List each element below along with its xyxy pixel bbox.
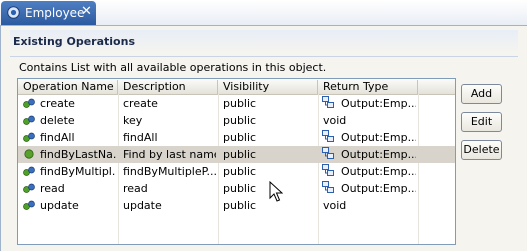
cell-visibility: public bbox=[223, 97, 257, 110]
cell-operation-name: delete bbox=[40, 114, 75, 127]
cell-operation-name: update bbox=[40, 199, 79, 212]
section-description: Contains List with all available operati… bbox=[19, 61, 327, 74]
section-divider bbox=[10, 56, 518, 57]
cell-description: create bbox=[123, 97, 158, 110]
column-header-return-type[interactable]: Return Type bbox=[318, 80, 418, 94]
cell-visibility: public bbox=[223, 148, 257, 161]
edit-button[interactable]: Edit bbox=[461, 112, 502, 132]
employee-object-icon bbox=[7, 6, 20, 19]
cell-visibility: public bbox=[223, 165, 257, 178]
operation-icon bbox=[23, 200, 35, 210]
cell-return-type: void bbox=[323, 199, 347, 212]
table-row[interactable]: findByMultipl... findByMultipleP... public… bbox=[18, 163, 455, 180]
cell-return-type: Output:Emp... bbox=[341, 165, 416, 178]
table-row[interactable]: create create public Output:Emp... bbox=[18, 95, 455, 112]
operation-icon bbox=[23, 132, 35, 142]
table-row[interactable]: findAll findAll public Output:Emp... bbox=[18, 129, 455, 146]
editor-tab-bar: Employee ✕ bbox=[0, 0, 527, 26]
operation-icon bbox=[23, 183, 35, 193]
output-type-icon bbox=[322, 181, 334, 193]
table-row[interactable]: findByLastNa... Find by last name public Ou… bbox=[18, 146, 455, 163]
table-row[interactable]: read read public Output:Emp... bbox=[18, 180, 455, 197]
section-title: Existing Operations bbox=[13, 35, 135, 48]
cell-visibility: public bbox=[223, 131, 257, 144]
cell-return-type: Output:Emp... bbox=[341, 182, 416, 195]
column-header-filler bbox=[418, 80, 455, 94]
output-type-icon bbox=[322, 130, 334, 142]
close-icon[interactable]: ✕ bbox=[81, 4, 92, 19]
cell-visibility: public bbox=[223, 114, 257, 127]
cell-operation-name: findByMultipl... bbox=[40, 165, 116, 178]
output-type-icon bbox=[322, 147, 334, 159]
operation-icon bbox=[23, 166, 35, 176]
operations-table[interactable]: Operation Name Description Visibility Re… bbox=[17, 78, 456, 245]
operation-selected-icon bbox=[24, 149, 34, 159]
operation-icon bbox=[23, 98, 35, 108]
cell-description: update bbox=[123, 199, 162, 212]
tab-employee[interactable]: Employee ✕ bbox=[1, 1, 96, 25]
cell-description: findAll bbox=[123, 131, 158, 144]
cell-operation-name: create bbox=[40, 97, 75, 110]
add-button[interactable]: Add bbox=[461, 84, 502, 104]
cell-description: read bbox=[123, 182, 148, 195]
table-header: Operation Name Description Visibility Re… bbox=[18, 79, 455, 95]
cell-description: key bbox=[123, 114, 143, 127]
operation-icon bbox=[23, 115, 35, 125]
tab-title: Employee bbox=[25, 6, 85, 20]
cell-return-type: Output:Emp... bbox=[341, 148, 416, 161]
cell-operation-name: findAll bbox=[40, 131, 75, 144]
column-header-operation-name[interactable]: Operation Name bbox=[18, 80, 118, 94]
table-row[interactable]: delete key public void bbox=[18, 112, 455, 129]
editor-area: Existing Operations Contains List with a… bbox=[0, 26, 527, 251]
output-type-icon bbox=[322, 164, 334, 176]
cell-description: findByMultipleP... bbox=[123, 165, 216, 178]
cell-return-type: void bbox=[323, 114, 347, 127]
delete-button[interactable]: Delete bbox=[461, 140, 502, 160]
cell-description: Find by last name bbox=[123, 148, 216, 161]
cell-operation-name: read bbox=[40, 182, 65, 195]
column-header-description[interactable]: Description bbox=[118, 80, 218, 94]
cell-operation-name: findByLastNa... bbox=[40, 148, 116, 161]
cell-return-type: Output:Emp... bbox=[341, 97, 416, 110]
output-type-icon bbox=[322, 96, 334, 108]
mouse-cursor-icon bbox=[269, 181, 283, 202]
column-header-visibility[interactable]: Visibility bbox=[218, 80, 318, 94]
table-row[interactable]: update update public void bbox=[18, 197, 455, 214]
cell-return-type: Output:Emp... bbox=[341, 131, 416, 144]
